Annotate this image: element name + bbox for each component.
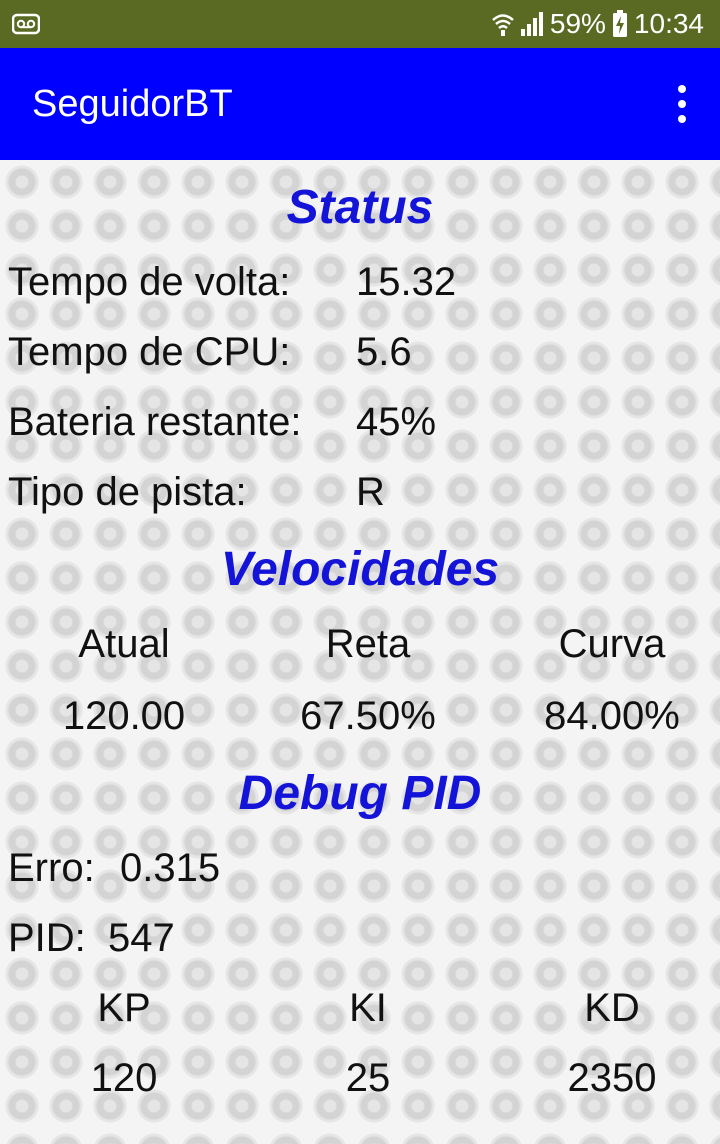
kd-value: 2350 bbox=[567, 1056, 657, 1100]
status-time: 10:34 bbox=[633, 8, 704, 39]
kp-label: KP bbox=[97, 986, 151, 1030]
status-title: Status bbox=[286, 181, 434, 234]
voicemail-icon bbox=[12, 13, 40, 35]
main-content: Status Tempo de volta: 15.32 Tempo de CP… bbox=[0, 160, 720, 1144]
speed-curve-value: 84.00% bbox=[544, 694, 680, 738]
battery-remaining-label: Bateria restante: bbox=[8, 400, 302, 444]
ki-value: 25 bbox=[345, 1056, 391, 1100]
cpu-time-value: 5.6 bbox=[356, 330, 412, 374]
overflow-menu-icon bbox=[678, 85, 686, 93]
status-bar: 59% 10:34 bbox=[0, 0, 720, 48]
battery-remaining-value: 45% bbox=[356, 400, 437, 444]
track-type-label: Tipo de pista: bbox=[8, 470, 247, 514]
track-type-value: R bbox=[356, 470, 385, 514]
lap-time-value: 15.32 bbox=[356, 260, 457, 304]
overflow-menu-button[interactable] bbox=[664, 76, 700, 132]
speed-current-value: 120.00 bbox=[62, 694, 186, 738]
error-label: Erro: bbox=[8, 846, 95, 890]
battery-charging-icon bbox=[612, 10, 627, 37]
ki-label: KI bbox=[349, 986, 387, 1030]
speed-curve-label: Curva bbox=[558, 622, 666, 666]
speed-straight-value: 67.50% bbox=[300, 694, 436, 738]
wifi-icon bbox=[492, 14, 514, 36]
lap-time-label: Tempo de volta: bbox=[8, 260, 291, 304]
kd-label: KD bbox=[584, 986, 640, 1030]
app-title: SeguidorBT bbox=[32, 83, 233, 125]
speed-straight-label: Reta bbox=[325, 622, 411, 666]
kp-value: 120 bbox=[90, 1056, 158, 1100]
signal-icon bbox=[520, 12, 543, 36]
battery-percent: 59% bbox=[549, 8, 606, 39]
debug-pid-title: Debug PID bbox=[238, 767, 482, 820]
pid-label: PID: bbox=[8, 916, 86, 960]
speed-current-label: Atual bbox=[78, 622, 170, 666]
velocidades-title: Velocidades bbox=[220, 543, 500, 596]
app-bar: SeguidorBT bbox=[0, 48, 720, 160]
cpu-time-label: Tempo de CPU: bbox=[8, 330, 291, 374]
error-value: 0.315 bbox=[120, 846, 221, 890]
status-icons: 59% 10:34 bbox=[492, 0, 704, 48]
pid-value: 547 bbox=[108, 916, 175, 960]
